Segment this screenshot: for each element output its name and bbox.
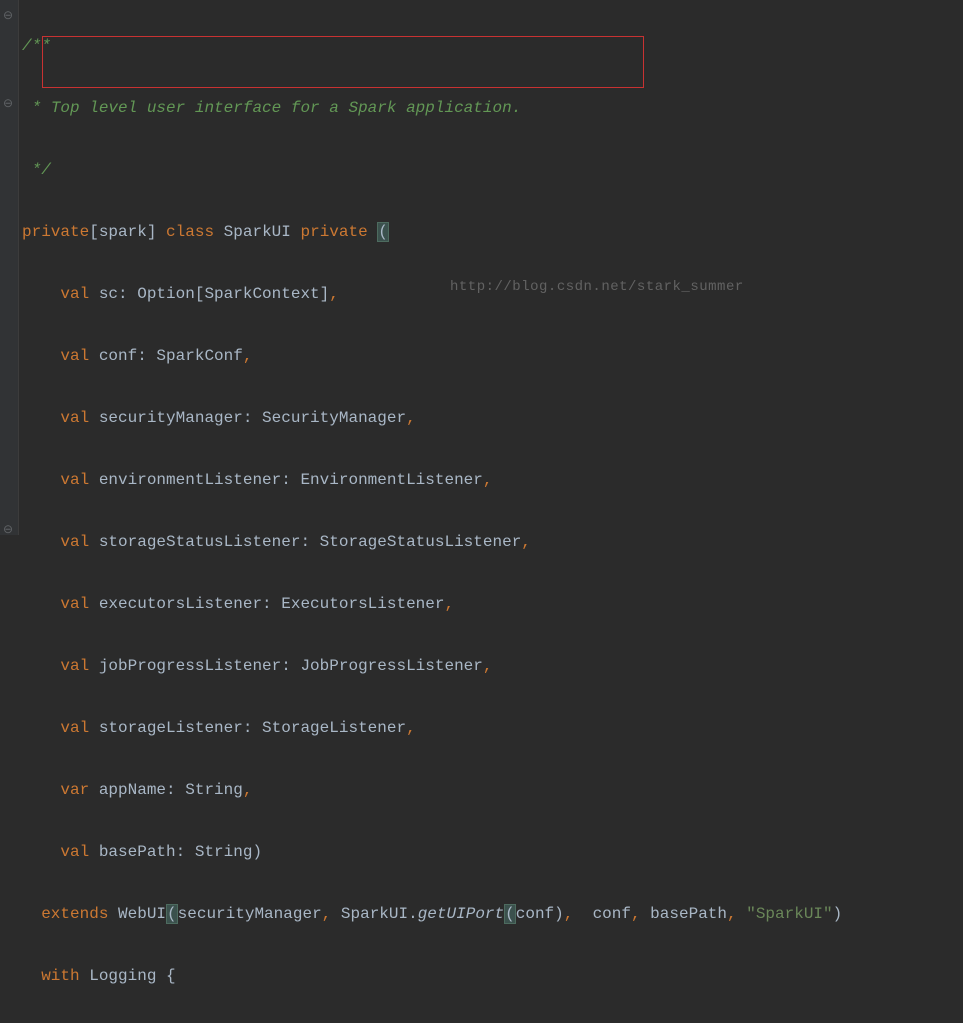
editor-gutter: ⊖ ⊖ ⊖ [0, 0, 19, 535]
watermark-text: http://blog.csdn.net/stark_summer [450, 272, 744, 303]
doc-comment-text: Top level user interface for a Spark app… [51, 99, 521, 117]
doc-comment: * [22, 99, 41, 117]
keyword-class: class [166, 223, 214, 241]
code-editor[interactable]: /** * Top level user interface for a Spa… [22, 0, 963, 1023]
keyword-extends: extends [41, 905, 108, 923]
gutter-fold-icon[interactable]: ⊖ [3, 98, 13, 110]
bracket-highlight: ( [504, 904, 516, 924]
gutter-fold-icon[interactable]: ⊖ [3, 10, 13, 22]
keyword-val: val [60, 285, 89, 303]
bracket-highlight: ( [166, 904, 178, 924]
bracket-highlight: ( [377, 222, 389, 242]
doc-comment-close: */ [22, 161, 51, 179]
keyword-private: private [22, 223, 89, 241]
gutter-fold-icon[interactable]: ⊖ [3, 524, 13, 536]
doc-comment-open: /** [22, 37, 51, 55]
keyword-with: with [41, 967, 79, 985]
keyword-var: var [60, 781, 89, 799]
